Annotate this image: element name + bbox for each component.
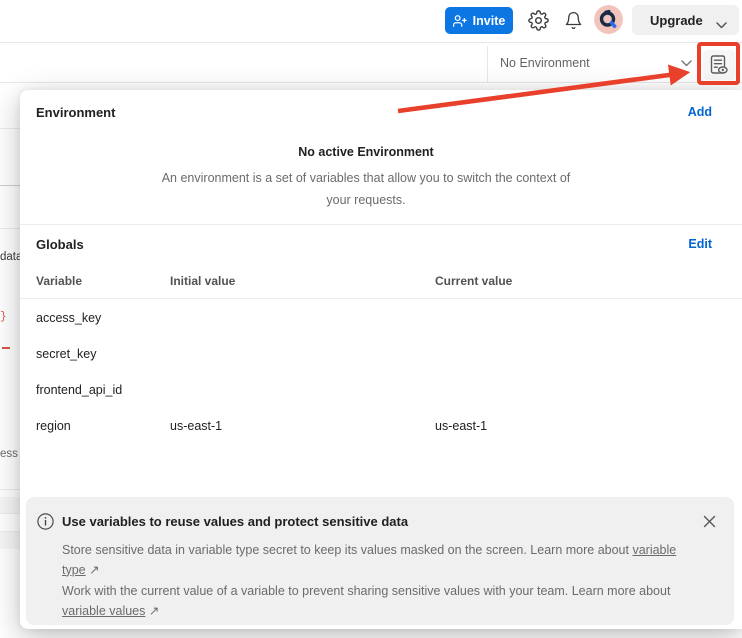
panel-title: Environment bbox=[36, 105, 115, 120]
variable-name: region bbox=[36, 419, 170, 433]
table-row[interactable]: region us-east-1 us-east-1 bbox=[20, 408, 742, 444]
globals-header: Globals Edit bbox=[20, 225, 742, 263]
list-eye-icon bbox=[707, 53, 731, 77]
info-banner-body: Store sensitive data in variable type se… bbox=[62, 541, 686, 621]
globals-title: Globals bbox=[36, 237, 84, 252]
panel-header: Environment Add bbox=[20, 98, 742, 126]
info-paragraph-secret: Store sensitive data in variable type se… bbox=[62, 541, 686, 580]
edit-globals-button[interactable]: Edit bbox=[688, 237, 712, 251]
external-link-icon: ↗ bbox=[149, 604, 159, 618]
table-divider bbox=[20, 298, 742, 299]
environment-selector[interactable]: No Environment bbox=[500, 44, 692, 82]
bg-row-divider bbox=[0, 531, 20, 532]
bg-json-brace-fragment: } bbox=[0, 311, 20, 323]
info-banner: Use variables to reuse values and protec… bbox=[26, 497, 734, 625]
variable-name: secret_key bbox=[36, 347, 170, 361]
table-row[interactable]: secret_key bbox=[20, 336, 742, 372]
add-environment-button[interactable]: Add bbox=[688, 105, 712, 119]
table-row[interactable]: access_key bbox=[20, 300, 742, 336]
gear-icon bbox=[528, 10, 549, 31]
globals-table: access_key secret_key frontend_api_id re… bbox=[20, 300, 742, 444]
bg-row-shade bbox=[0, 531, 20, 549]
avatar[interactable] bbox=[594, 5, 623, 34]
upgrade-button[interactable]: Upgrade bbox=[632, 5, 739, 35]
variable-initial-value: us-east-1 bbox=[170, 419, 435, 433]
bg-text-fragment: data bbox=[0, 251, 20, 263]
column-header-variable: Variable bbox=[36, 274, 170, 288]
settings-button[interactable] bbox=[527, 9, 549, 31]
toolbar-divider bbox=[487, 46, 488, 82]
column-header-current-value: Current value bbox=[435, 274, 742, 288]
variable-name: access_key bbox=[36, 311, 170, 325]
info-banner-title: Use variables to reuse values and protec… bbox=[62, 514, 408, 529]
top-bar: Invite Upgrade bbox=[0, 0, 742, 43]
chevron-down-icon[interactable] bbox=[716, 16, 727, 34]
close-icon[interactable] bbox=[701, 513, 717, 529]
bg-text-fragment: ess bbox=[0, 448, 20, 460]
avatar-image bbox=[594, 5, 623, 34]
column-header-initial-value: Initial value bbox=[170, 274, 435, 288]
bg-row-divider bbox=[0, 513, 20, 514]
variable-values-link[interactable]: variable values bbox=[62, 604, 145, 618]
info-paragraph-current-value: Work with the current value of a variabl… bbox=[62, 582, 686, 621]
no-active-environment-title: No active Environment bbox=[20, 145, 712, 159]
chevron-down-icon bbox=[681, 60, 692, 67]
variable-current-value: us-east-1 bbox=[435, 419, 742, 433]
bg-row-divider bbox=[0, 185, 20, 186]
notifications-button[interactable] bbox=[562, 9, 584, 31]
table-row[interactable]: frontend_api_id bbox=[20, 372, 742, 408]
red-dash-fragment bbox=[2, 347, 10, 349]
bell-icon bbox=[564, 11, 583, 30]
person-add-icon bbox=[453, 14, 467, 28]
invite-button[interactable]: Invite bbox=[445, 7, 513, 34]
globals-column-headers: Variable Initial value Current value bbox=[20, 274, 742, 288]
external-link-icon: ↗ bbox=[89, 563, 99, 577]
info-circle-icon bbox=[37, 513, 54, 535]
environment-panel: Environment Add No active Environment An… bbox=[20, 90, 742, 629]
environment-toolbar: No Environment bbox=[0, 44, 742, 83]
invite-button-label: Invite bbox=[473, 14, 506, 28]
upgrade-button-label: Upgrade bbox=[650, 13, 703, 28]
environment-quick-look-button[interactable] bbox=[703, 50, 735, 80]
bg-row-shade bbox=[0, 497, 20, 513]
bg-row-divider bbox=[0, 489, 20, 490]
bg-row-divider bbox=[0, 128, 20, 129]
bg-row-divider bbox=[0, 228, 20, 229]
environment-selector-value: No Environment bbox=[500, 56, 590, 70]
variable-name: frontend_api_id bbox=[36, 383, 170, 397]
environment-description: An environment is a set of variables tha… bbox=[20, 167, 712, 211]
